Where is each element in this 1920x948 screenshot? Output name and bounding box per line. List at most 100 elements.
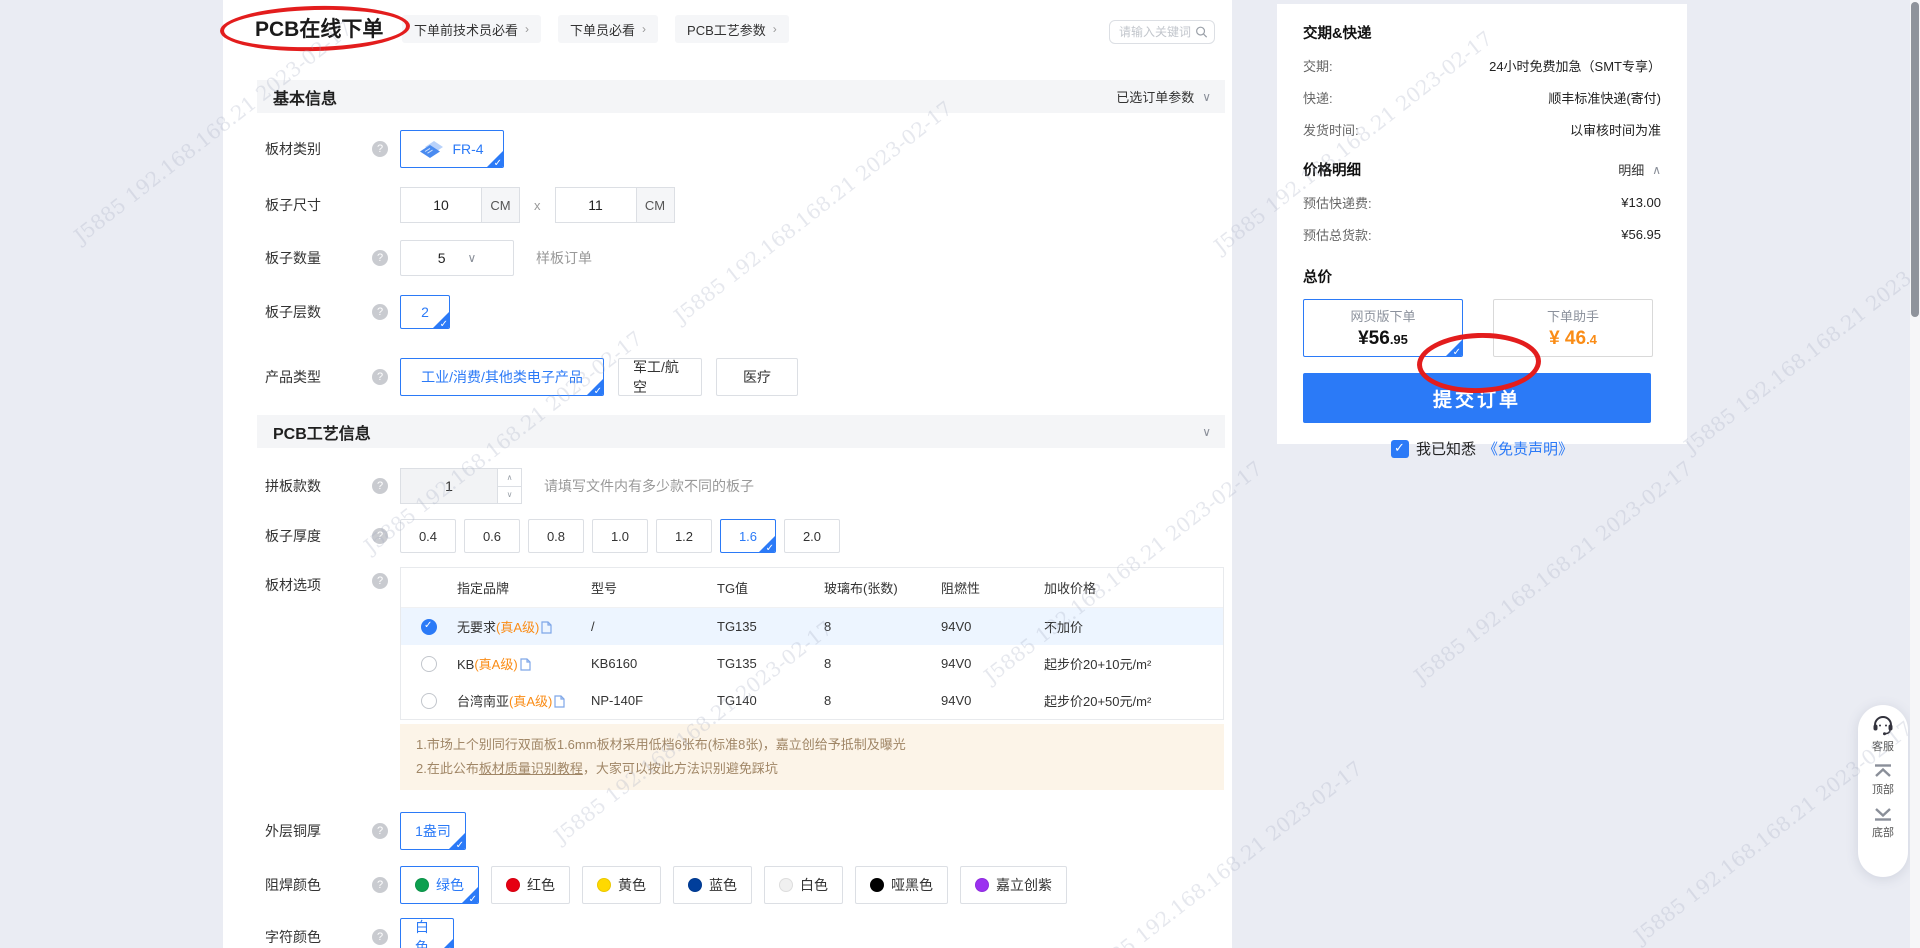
option-label: 红色 <box>527 875 555 895</box>
item-label: 客服 <box>1872 738 1894 754</box>
thickness-option-1.6[interactable]: 1.6 <box>720 519 776 553</box>
order-assistant-box[interactable]: 下单助手 ¥ 46.4 <box>1493 299 1653 357</box>
radio-icon[interactable] <box>421 656 437 672</box>
back-to-top-button[interactable]: 顶部 <box>1872 763 1894 797</box>
field-label: 产品类型 <box>265 367 372 387</box>
color-dot <box>975 878 989 892</box>
web-order-box[interactable]: 网页版下单 ¥56.95 <box>1303 299 1463 357</box>
row-board-qty: 板子数量 ? 5 ∨ 样板订单 <box>265 240 1225 276</box>
row-board-material: 板材类别 ? FR-4 <box>265 130 1225 168</box>
material-row-nanya[interactable]: 台湾南亚(真A级) NP-140F TG140 8 94V0 起步价20+50元… <box>401 682 1223 719</box>
qty-value: 5 <box>438 250 446 266</box>
disclaimer-link[interactable]: 《免责声明》 <box>1483 438 1573 459</box>
material-row-no-requirement[interactable]: 无要求(真A级) / TG135 8 94V0 不加价 <box>401 608 1223 645</box>
stepper-down-icon[interactable]: ∨ <box>498 486 521 504</box>
solder-color-yellow[interactable]: 黄色 <box>582 866 661 904</box>
solder-color-white[interactable]: 白色 <box>764 866 843 904</box>
board-width-input[interactable] <box>400 187 481 223</box>
disclaimer-checkbox[interactable] <box>1391 440 1409 458</box>
solder-color-jlc-purple[interactable]: 嘉立创紫 <box>960 866 1067 904</box>
thickness-option-1.0[interactable]: 1.0 <box>592 519 648 553</box>
row-panel-count: 拼板款数 ? ∧ ∨ 请填写文件内有多少款不同的板子 <box>265 468 1225 504</box>
help-icon[interactable]: ? <box>372 929 388 945</box>
doc-icon[interactable] <box>520 658 531 671</box>
row-value: ¥13.00 <box>1621 195 1661 210</box>
row-value: ¥56.95 <box>1621 227 1661 242</box>
item-label: 底部 <box>1872 824 1894 840</box>
thickness-option-0.4[interactable]: 0.4 <box>400 519 456 553</box>
row-board-size: 板子尺寸 CM x CM <box>265 187 1225 223</box>
collapse-toggle[interactable]: ∨ <box>1202 425 1211 439</box>
header-brand: 指定品牌 <box>457 578 591 597</box>
thickness-option-1.2[interactable]: 1.2 <box>656 519 712 553</box>
field-label: 字符颜色 <box>265 927 372 947</box>
scrollbar-thumb[interactable] <box>1911 2 1919 317</box>
board-qty-select[interactable]: 5 ∨ <box>400 240 514 276</box>
solder-color-matte-black[interactable]: 哑黑色 <box>855 866 948 904</box>
arrow-right-icon: › <box>642 22 646 36</box>
radio-selected-icon[interactable] <box>421 619 437 635</box>
material-option-fr4[interactable]: FR-4 <box>400 130 504 168</box>
stepper-up-icon[interactable]: ∧ <box>498 469 521 486</box>
delivery-title: 交期&快递 <box>1303 22 1661 43</box>
brand-text: 无要求 <box>457 620 496 635</box>
cell-price: 起步价20+10元/m² <box>1044 654 1223 673</box>
submit-order-button[interactable]: 提交订单 <box>1303 373 1651 423</box>
header-glass: 玻璃布(张数) <box>824 578 941 597</box>
panel-count-input[interactable] <box>400 468 498 504</box>
customer-service-button[interactable]: 客服 <box>1872 716 1894 754</box>
selected-params-toggle[interactable]: 已选订单参数 ∨ <box>1116 87 1211 106</box>
product-type-industrial[interactable]: 工业/消费/其他类电子产品 <box>400 358 604 396</box>
help-icon[interactable]: ? <box>372 478 388 494</box>
price-main: ¥56 <box>1358 328 1390 349</box>
layers-label: 2 <box>421 304 429 320</box>
material-table-header: 指定品牌 型号 TG值 玻璃布(张数) 阻燃性 加收价格 <box>401 568 1223 608</box>
chevron-up-line-icon <box>1873 763 1893 779</box>
help-icon[interactable]: ? <box>372 877 388 893</box>
row-label: 交期: <box>1303 56 1333 75</box>
note-link[interactable]: 板材质量识别教程 <box>479 761 583 776</box>
product-type-medical[interactable]: 医疗 <box>716 358 798 396</box>
grade-text: (真A级) <box>509 694 552 709</box>
price-dec: .4 <box>1586 332 1597 347</box>
price-row: 预估快递费: ¥13.00 <box>1303 193 1661 212</box>
row-label: 发货时间: <box>1303 120 1359 139</box>
solder-color-blue[interactable]: 蓝色 <box>673 866 752 904</box>
help-icon[interactable]: ? <box>372 141 388 157</box>
headset-icon <box>1872 716 1894 736</box>
option-label: 1.0 <box>611 529 629 544</box>
solder-color-red[interactable]: 红色 <box>491 866 570 904</box>
link-label: PCB工艺参数 <box>687 20 766 39</box>
board-height-input[interactable] <box>555 187 636 223</box>
help-icon[interactable]: ? <box>372 573 388 589</box>
layers-option-2[interactable]: 2 <box>400 295 450 329</box>
silk-color-white[interactable]: 白色 <box>400 918 454 948</box>
arrow-right-icon: › <box>525 22 529 36</box>
copper-option-1oz[interactable]: 1盎司 <box>400 812 466 850</box>
price-detail-toggle[interactable]: 明细 ∧ <box>1618 160 1661 179</box>
link-tech-must-read[interactable]: 下单前技术员必看 › <box>402 15 541 43</box>
link-pcb-process-params[interactable]: PCB工艺参数 › <box>675 15 789 43</box>
help-icon[interactable]: ? <box>372 528 388 544</box>
thickness-option-2.0[interactable]: 2.0 <box>784 519 840 553</box>
search-input[interactable] <box>1119 25 1195 39</box>
thickness-option-0.8[interactable]: 0.8 <box>528 519 584 553</box>
radio-icon[interactable] <box>421 693 437 709</box>
product-type-military[interactable]: 军工/航空 <box>618 358 702 396</box>
thickness-option-0.6[interactable]: 0.6 <box>464 519 520 553</box>
row-silkscreen-color: 字符颜色 ? 白色 <box>265 918 1225 948</box>
link-orderer-must-read[interactable]: 下单员必看 › <box>558 15 658 43</box>
doc-icon[interactable] <box>554 695 565 708</box>
help-icon[interactable]: ? <box>372 823 388 839</box>
material-row-kb[interactable]: KB(真A级) KB6160 TG135 8 94V0 起步价20+10元/m² <box>401 645 1223 682</box>
go-to-bottom-button[interactable]: 底部 <box>1872 806 1894 840</box>
solder-color-green[interactable]: 绿色 <box>400 866 479 904</box>
help-icon[interactable]: ? <box>372 369 388 385</box>
header-flame: 阻燃性 <box>941 578 1044 597</box>
note-line-2: 2.在此公布板材质量识别教程，大家可以按此方法识别避免踩坑 <box>416 757 1208 781</box>
doc-icon[interactable] <box>541 621 552 634</box>
help-icon[interactable]: ? <box>372 250 388 266</box>
chevron-up-icon: ∧ <box>1652 163 1661 177</box>
help-icon[interactable]: ? <box>372 304 388 320</box>
search-icon[interactable] <box>1195 25 1208 39</box>
